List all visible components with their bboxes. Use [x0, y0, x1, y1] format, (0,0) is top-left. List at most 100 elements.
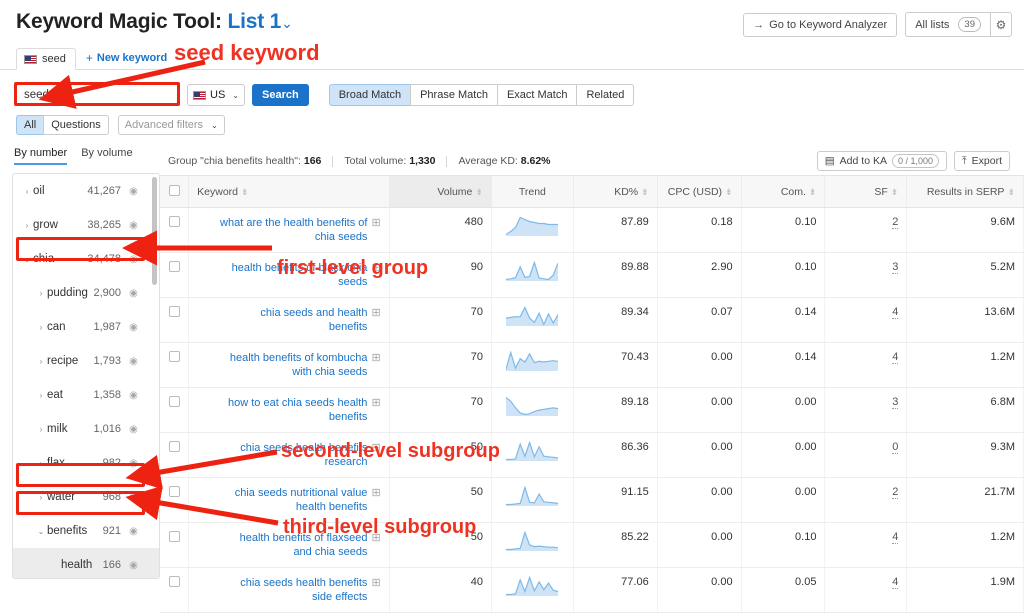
add-to-list-icon[interactable]: ⊞: [371, 396, 380, 409]
export-button[interactable]: ⤒ Export: [954, 151, 1010, 171]
keyword-link[interactable]: health benefits of kombucha with chia se…: [219, 351, 367, 379]
sidebar-tab-by-number[interactable]: By number: [14, 147, 67, 165]
match-type-related[interactable]: Related: [576, 84, 634, 106]
expand-chevron-icon[interactable]: ›: [35, 357, 47, 366]
column-sf[interactable]: SF⇟: [825, 176, 907, 208]
sidebar-scrollbar[interactable]: [152, 177, 157, 285]
database-select[interactable]: US ⌄: [187, 84, 245, 106]
keyword-link[interactable]: chia seeds health benefits side effects: [219, 576, 367, 604]
row-checkbox[interactable]: [169, 441, 180, 452]
row-checkbox[interactable]: [169, 216, 180, 227]
cell-results-in-serp[interactable]: 9.6M: [907, 208, 1024, 253]
group-item[interactable]: ›grow38,265◉: [13, 208, 159, 242]
keyword-link[interactable]: chia seeds nutritional value health bene…: [219, 486, 367, 514]
expand-chevron-icon[interactable]: ⌄: [21, 255, 33, 264]
row-checkbox[interactable]: [169, 576, 180, 587]
table-row[interactable]: health benefits of black chia seeds⊞9089…: [160, 253, 1024, 298]
cell-results-in-serp[interactable]: 9.3M: [907, 433, 1024, 478]
add-to-list-icon[interactable]: ⊞: [371, 216, 380, 229]
eye-icon[interactable]: ◉: [128, 560, 139, 571]
search-input[interactable]: [16, 84, 180, 106]
select-all-checkbox[interactable]: [169, 185, 180, 196]
table-row[interactable]: chia seeds health benefits research⊞5086…: [160, 433, 1024, 478]
eye-icon[interactable]: ◉: [128, 356, 139, 367]
table-row[interactable]: health benefits of flaxseed and chia see…: [160, 523, 1024, 568]
filter-questions[interactable]: Questions: [43, 115, 109, 135]
row-checkbox[interactable]: [169, 486, 180, 497]
expand-chevron-icon[interactable]: ›: [35, 425, 47, 434]
cell-results-in-serp[interactable]: 6.8M: [907, 388, 1024, 433]
eye-icon[interactable]: ◉: [128, 526, 139, 537]
group-item[interactable]: ⌄benefits921◉: [13, 514, 159, 548]
table-row[interactable]: what are the health benefits of chia see…: [160, 208, 1024, 253]
expand-chevron-icon[interactable]: ›: [35, 493, 47, 502]
eye-icon[interactable]: ◉: [128, 254, 139, 265]
column-results-in-serp[interactable]: Results in SERP⇟: [907, 176, 1024, 208]
eye-icon[interactable]: ◉: [128, 390, 139, 401]
column-kd[interactable]: KD%⇟: [573, 176, 657, 208]
add-to-list-icon[interactable]: ⊞: [371, 261, 380, 274]
match-type-exact[interactable]: Exact Match: [497, 84, 577, 106]
group-item[interactable]: ›pudding2,900◉: [13, 276, 159, 310]
cell-results-in-serp[interactable]: 1.2M: [907, 523, 1024, 568]
add-to-list-icon[interactable]: ⊞: [371, 351, 380, 364]
sidebar-tab-by-volume[interactable]: By volume: [81, 147, 132, 165]
row-checkbox[interactable]: [169, 351, 180, 362]
eye-icon[interactable]: ◉: [128, 186, 139, 197]
advanced-filters-dropdown[interactable]: Advanced filters ⌄: [118, 115, 225, 135]
tab-seed[interactable]: seed: [16, 48, 76, 70]
go-to-keyword-analyzer-button[interactable]: → Go to Keyword Analyzer: [743, 13, 897, 37]
group-item[interactable]: ⌄chia34,478◉: [13, 242, 159, 276]
table-row[interactable]: health benefits of kombucha with chia se…: [160, 343, 1024, 388]
expand-chevron-icon[interactable]: ›: [35, 323, 47, 332]
group-item[interactable]: ›water968◉: [13, 480, 159, 514]
match-type-phrase[interactable]: Phrase Match: [410, 84, 497, 106]
eye-icon[interactable]: ◉: [128, 424, 139, 435]
gear-icon[interactable]: ⚙: [990, 12, 1012, 37]
group-item[interactable]: ›can1,987◉: [13, 310, 159, 344]
group-item[interactable]: ›eat1,358◉: [13, 378, 159, 412]
row-checkbox[interactable]: [169, 306, 180, 317]
filter-all[interactable]: All: [16, 115, 43, 135]
keyword-link[interactable]: health benefits of black chia seeds: [219, 261, 367, 289]
add-to-list-icon[interactable]: ⊞: [371, 576, 380, 589]
table-row[interactable]: chia seeds and health benefits⊞7089.340.…: [160, 298, 1024, 343]
add-to-list-icon[interactable]: ⊞: [371, 306, 380, 319]
keyword-link[interactable]: chia seeds health benefits research: [219, 441, 367, 469]
column-volume[interactable]: Volume⇟: [389, 176, 491, 208]
cell-results-in-serp[interactable]: 1.9M: [907, 568, 1024, 613]
add-to-list-icon[interactable]: ⊞: [371, 441, 380, 454]
cell-results-in-serp[interactable]: 5.2M: [907, 253, 1024, 298]
expand-chevron-icon[interactable]: ›: [21, 187, 33, 196]
table-row[interactable]: chia seeds nutritional value health bene…: [160, 478, 1024, 523]
column-keyword[interactable]: Keyword⇟: [189, 176, 390, 208]
cell-results-in-serp[interactable]: 13.6M: [907, 298, 1024, 343]
group-item[interactable]: ›oil41,267◉: [13, 174, 159, 208]
cell-results-in-serp[interactable]: 1.2M: [907, 343, 1024, 388]
group-item[interactable]: health166◉: [13, 548, 159, 579]
all-lists-button[interactable]: All lists 39: [905, 12, 990, 37]
column-cpc[interactable]: CPC (USD)⇟: [657, 176, 741, 208]
expand-chevron-icon[interactable]: ›: [35, 391, 47, 400]
eye-icon[interactable]: ◉: [128, 492, 139, 503]
add-to-list-icon[interactable]: ⊞: [371, 486, 380, 499]
expand-chevron-icon[interactable]: ›: [35, 459, 47, 468]
column-trend[interactable]: Trend: [491, 176, 573, 208]
match-type-broad[interactable]: Broad Match: [329, 84, 410, 106]
keyword-link[interactable]: chia seeds and health benefits: [219, 306, 367, 334]
group-item[interactable]: ›recipe1,793◉: [13, 344, 159, 378]
chevron-down-icon[interactable]: ⌄: [281, 15, 293, 31]
row-checkbox[interactable]: [169, 396, 180, 407]
eye-icon[interactable]: ◉: [128, 322, 139, 333]
keyword-link[interactable]: how to eat chia seeds health benefits: [219, 396, 367, 424]
keyword-link[interactable]: health benefits of flaxseed and chia see…: [219, 531, 367, 559]
table-row[interactable]: how to eat chia seeds health benefits⊞70…: [160, 388, 1024, 433]
group-item[interactable]: ›flax982◉: [13, 446, 159, 480]
row-checkbox[interactable]: [169, 261, 180, 272]
expand-chevron-icon[interactable]: ›: [35, 289, 47, 298]
list-name-link[interactable]: List 1: [227, 10, 281, 33]
expand-chevron-icon[interactable]: ⌄: [35, 527, 47, 536]
cell-results-in-serp[interactable]: 21.7M: [907, 478, 1024, 523]
add-to-list-icon[interactable]: ⊞: [371, 531, 380, 544]
group-item[interactable]: ›milk1,016◉: [13, 412, 159, 446]
